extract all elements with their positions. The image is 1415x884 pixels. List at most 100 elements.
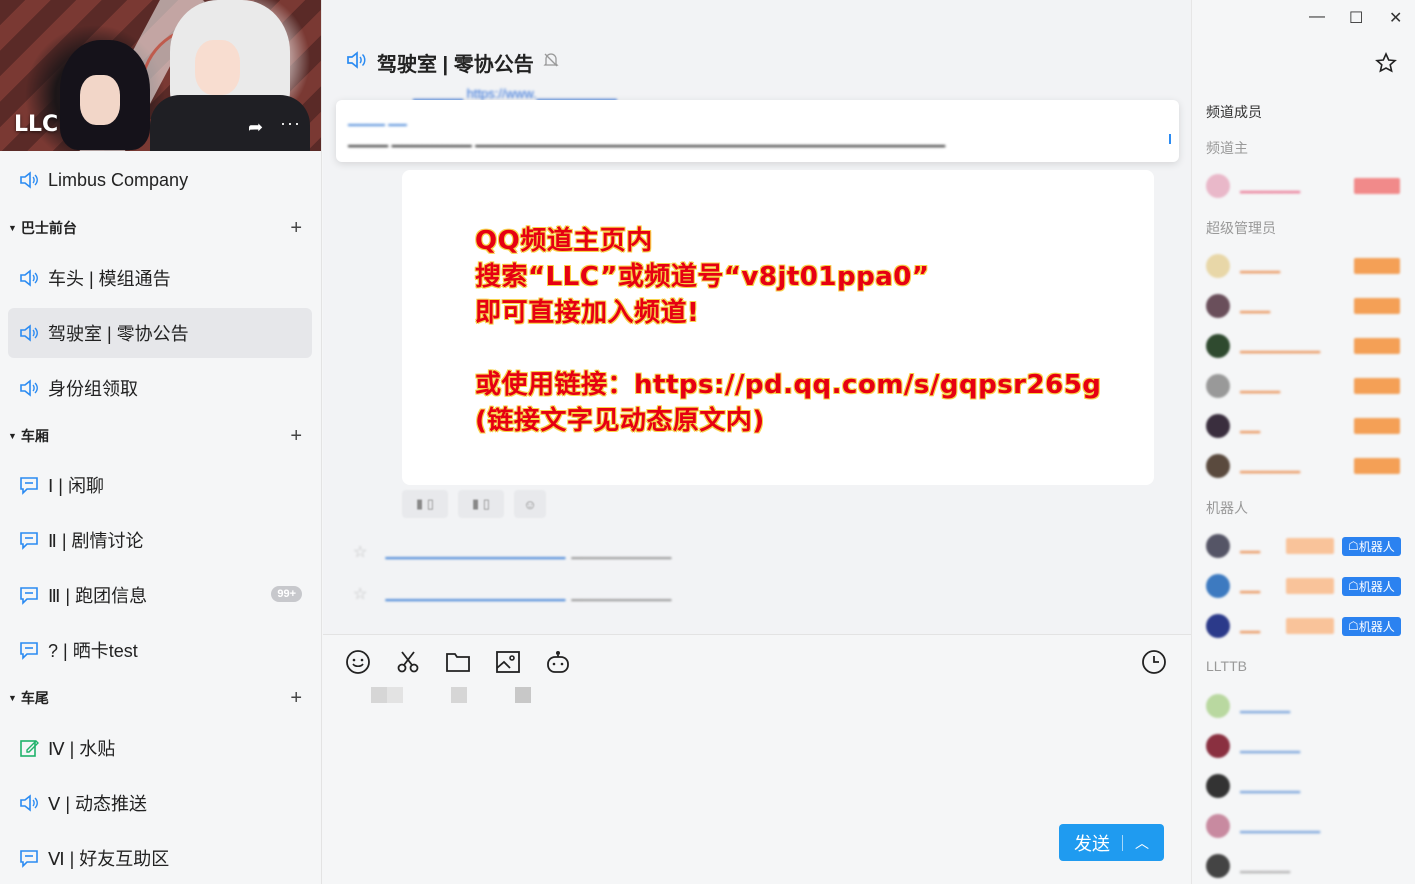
chat-icon <box>18 639 40 661</box>
member-panel: — ☐ ✕ 频道成员 频道主 ▁▁▁▁▁▁ 超级管理员 ▁▁▁▁ ▁▁▁ ▁▁▁… <box>1191 0 1415 884</box>
blurred-placeholder <box>371 687 387 703</box>
system-message: ☆ ▁▁▁▁▁▁▁▁▁▁▁▁▁▁▁▁▁▁ ▁▁▁▁▁▁▁▁▁▁ <box>353 584 671 604</box>
role-tag <box>1286 538 1334 554</box>
star-outline-icon[interactable] <box>1375 52 1397 79</box>
member-row[interactable]: ▁▁▁▁▁▁ <box>1206 452 1406 480</box>
member-row[interactable]: ▁▁▁▁▁ <box>1206 692 1406 720</box>
member-name: ▁▁▁▁▁▁ <box>1240 778 1300 793</box>
add-channel-icon[interactable]: + <box>290 425 302 448</box>
close-icon[interactable]: ✕ <box>1389 8 1402 28</box>
share-icon[interactable]: ➦ <box>248 117 263 138</box>
channel-label: 身份组领取 <box>48 379 138 399</box>
message-line: 或使用链接：https://pd.qq.com/s/gqpsr265g <box>475 370 1102 400</box>
role-tag <box>1286 618 1334 634</box>
group-tail[interactable]: ▼ 车尾 + <box>8 686 312 710</box>
minimize-icon[interactable]: — <box>1309 8 1325 26</box>
emoji-icon[interactable] <box>345 649 373 677</box>
avatar <box>1206 374 1230 398</box>
avatar <box>1206 614 1230 638</box>
member-name: ▁▁▁▁▁ <box>1240 858 1290 873</box>
role-tag <box>1354 298 1400 314</box>
robot-tag-label: 机器人 <box>1358 579 1395 594</box>
member-row[interactable]: ▁▁▁▁ <box>1206 372 1406 400</box>
channel-label: Ⅴ | 动态推送 <box>48 794 147 814</box>
speaker-icon <box>18 377 40 399</box>
member-row[interactable]: ▁▁▁▁▁ <box>1206 852 1406 880</box>
channel-water[interactable]: Ⅳ | 水贴 <box>8 723 312 773</box>
maximize-icon[interactable]: ☐ <box>1349 8 1363 28</box>
channel-limbus-company[interactable]: Limbus Company <box>8 155 312 205</box>
chevron-up-icon[interactable]: ︿ <box>1135 833 1149 853</box>
channel-label: Limbus Company <box>48 169 189 190</box>
group-bus-front[interactable]: ▼ 巴士前台 + <box>8 216 312 240</box>
channel-feed[interactable]: Ⅴ | 动态推送 <box>8 778 312 828</box>
member-row[interactable]: ▁▁▁▁▁▁▁▁ <box>1206 332 1406 360</box>
member-row[interactable]: ▁▁▁▁▁▁ <box>1206 772 1406 800</box>
banner-character-face <box>195 40 240 95</box>
star-icon: ☆ <box>353 544 368 561</box>
role-tag <box>1354 458 1400 474</box>
group-label: 车厢 <box>20 428 49 444</box>
channel-story[interactable]: Ⅱ | 剧情讨论 <box>8 515 312 565</box>
message-image-card[interactable]: QQ频道主页内 搜索“LLC”或频道号“v8jt01ppa0” 即可直接加入频道… <box>402 170 1154 485</box>
channel-role-claim[interactable]: 身份组领取 <box>8 363 312 413</box>
image-icon[interactable] <box>495 649 523 677</box>
member-row[interactable]: ▁▁▁▁▁▁ <box>1206 172 1406 200</box>
reaction-chip[interactable]: ▮ ▯ <box>402 490 448 518</box>
send-button[interactable]: 发送 ︿ <box>1059 824 1164 861</box>
blurred-placeholder <box>451 687 467 703</box>
member-row[interactable]: ▁▁ ☖ 机器人 <box>1206 612 1406 640</box>
add-channel-icon[interactable]: + <box>290 217 302 240</box>
speaker-icon <box>18 322 40 344</box>
member-row[interactable]: ▁▁▁▁▁▁▁▁ <box>1206 812 1406 840</box>
member-row[interactable]: ▁▁▁ <box>1206 292 1406 320</box>
channel-chat[interactable]: Ⅰ | 闲聊 <box>8 460 312 510</box>
mute-bell-icon[interactable] <box>542 51 560 75</box>
avatar <box>1206 254 1230 278</box>
message-line: 搜索“LLC”或频道号“v8jt01ppa0” <box>475 262 930 292</box>
channel-cockpit[interactable]: 驾驶室 | 零协公告 <box>8 308 312 358</box>
role-tag <box>1286 578 1334 594</box>
guild-banner[interactable]: LLC ➦ ··· <box>0 0 321 151</box>
more-icon[interactable]: ··· <box>280 113 301 134</box>
channel-card-test[interactable]: ? | 晒卡test <box>8 625 312 675</box>
member-row[interactable]: ▁▁ <box>1206 412 1406 440</box>
channel-help[interactable]: Ⅵ | 好友互助区 <box>8 833 312 883</box>
robot-tag: ☖ 机器人 <box>1342 536 1401 556</box>
caret-down-icon: ▼ <box>8 223 17 233</box>
chat-icon <box>18 847 40 869</box>
scissors-icon[interactable] <box>395 649 423 677</box>
group-carriage[interactable]: ▼ 车厢 + <box>8 424 312 448</box>
folder-icon[interactable] <box>445 649 473 677</box>
member-name: ▁▁ <box>1240 538 1260 553</box>
avatar <box>1206 174 1230 198</box>
member-name: ▁▁▁▁▁▁▁▁ <box>1240 818 1320 833</box>
avatar <box>1206 814 1230 838</box>
history-clock-icon[interactable] <box>1141 649 1169 677</box>
member-row[interactable]: ▁▁ ☖ 机器人 <box>1206 572 1406 600</box>
send-divider <box>1122 834 1123 851</box>
message-composer[interactable]: 发送 ︿ <box>323 634 1191 884</box>
channel-trpg[interactable]: Ⅲ | 跑团信息 99+ <box>8 570 312 620</box>
add-channel-icon[interactable]: + <box>290 687 302 710</box>
robot-icon[interactable] <box>545 649 573 677</box>
channel-car-head[interactable]: 车头 | 模组通告 <box>8 253 312 303</box>
channel-label: Ⅱ | 剧情讨论 <box>48 531 144 551</box>
system-message-user[interactable]: ▁▁▁▁▁▁▁▁▁▁▁▁▁▁▁▁▁▁ <box>385 586 565 602</box>
speaker-icon <box>18 792 40 814</box>
group-label: 车尾 <box>20 690 49 706</box>
role-tag <box>1354 418 1400 434</box>
member-row[interactable]: ▁▁▁▁▁▁ <box>1206 732 1406 760</box>
member-row[interactable]: ▁▁▁▁ <box>1206 252 1406 280</box>
channel-label: 车头 | 模组通告 <box>48 269 171 289</box>
system-message-user[interactable]: ▁▁▁▁▁▁▁▁▁▁▁▁▁▁▁▁▁▁ <box>385 544 565 560</box>
member-name: ▁▁▁▁▁ <box>1240 698 1290 713</box>
caret-down-icon: ▼ <box>8 693 17 703</box>
reaction-chip[interactable]: ▮ ▯ <box>458 490 504 518</box>
add-reaction-icon[interactable]: ☺ <box>514 490 546 518</box>
banner-character-dark-face <box>80 75 120 125</box>
message-line: QQ频道主页内 <box>475 226 653 256</box>
member-row[interactable]: ▁▁ ☖ 机器人 <box>1206 532 1406 560</box>
pinned-message-bar[interactable]: ▁▁▁▁ ▁▁ ▁▁▁▁ ▁▁▁▁▁▁▁▁ ▁▁▁▁▁▁▁▁▁▁▁▁▁▁▁▁▁▁… <box>336 100 1179 162</box>
speaker-icon <box>345 49 369 77</box>
